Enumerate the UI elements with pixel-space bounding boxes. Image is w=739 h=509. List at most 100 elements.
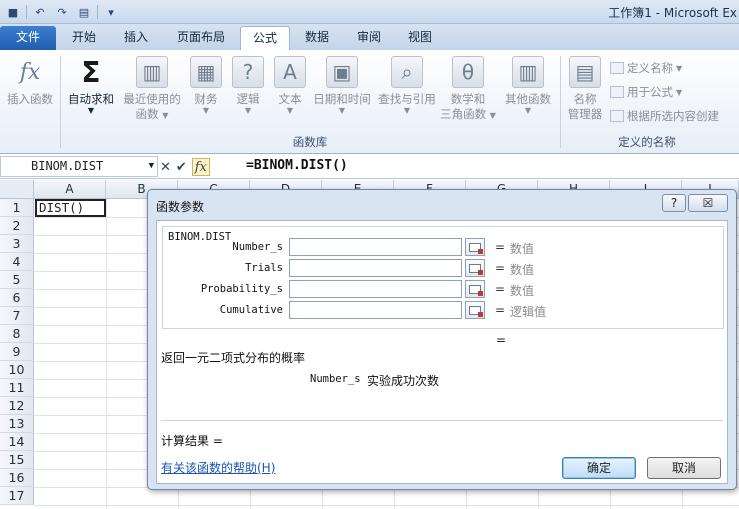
name-box-value: BINOM.DIST — [31, 159, 104, 173]
undo-icon[interactable]: ↶ — [31, 3, 49, 21]
probability-s-input[interactable] — [289, 280, 462, 298]
arguments-fieldset: BINOM.DIST Number_s = 数值 Trials = 数值 Pro… — [162, 226, 724, 329]
collapse-dialog-button[interactable] — [465, 301, 485, 319]
fx-icon: fx — [19, 59, 41, 85]
row-header[interactable]: 16 — [0, 469, 34, 487]
row-header[interactable]: 4 — [0, 253, 34, 271]
name-manager-icon: ▤ — [569, 56, 601, 88]
column-header[interactable]: A — [34, 180, 106, 199]
logical-label: 逻辑 — [236, 92, 260, 106]
use-in-formula-button[interactable]: 用于公式 ▼ — [610, 84, 682, 100]
dropdown-arrow-icon: ▼ — [403, 106, 411, 115]
row-header[interactable]: 17 — [0, 487, 34, 505]
collapse-dialog-button[interactable] — [465, 280, 485, 298]
defined-names-group-label: 定义的名称 — [618, 135, 676, 149]
row-header[interactable]: 7 — [0, 307, 34, 325]
name-box[interactable]: BINOM.DIST ▼ — [0, 156, 158, 177]
arg-label-cumulative: Cumulative — [219, 304, 283, 316]
tab-file[interactable]: 文件 — [0, 26, 56, 50]
name-manager-line1: 名称 — [573, 92, 597, 106]
collapse-dialog-button[interactable] — [465, 259, 485, 277]
formula-input[interactable]: =BINOM.DIST() — [246, 158, 348, 173]
financial-label: 财务 — [194, 92, 218, 106]
row-header[interactable]: 14 — [0, 433, 34, 451]
collapse-dialog-button[interactable] — [465, 238, 485, 256]
arg-result-number-s: 数值 — [510, 242, 535, 256]
redo-icon[interactable]: ↷ — [53, 3, 71, 21]
financial-button[interactable]: ▦ 财务 ▼ — [188, 56, 224, 115]
cancel-button[interactable]: 取消 — [647, 457, 721, 479]
help-on-function-link[interactable]: 有关该函数的帮助(H) — [161, 459, 275, 476]
tab-page-layout[interactable]: 页面布局 — [166, 26, 236, 50]
select-all-corner[interactable] — [0, 180, 34, 199]
range-select-icon — [469, 305, 483, 317]
define-name-label: 定义名称 — [627, 61, 673, 75]
help-button[interactable]: ? — [662, 194, 686, 212]
math-label-line2: 三角函数 — [440, 107, 487, 121]
dropdown-arrow-icon: ▼ — [338, 106, 346, 115]
dialog-body: BINOM.DIST Number_s = 数值 Trials = 数值 Pro… — [156, 220, 728, 484]
math-label-line1: 数学和 — [450, 92, 486, 106]
cumulative-input[interactable] — [289, 301, 462, 319]
create-from-selection-button[interactable]: 根据所选内容创建 — [610, 108, 719, 124]
book-icon: ▥ — [136, 56, 168, 88]
dropdown-arrow-icon: ▼ — [87, 106, 95, 115]
text-button[interactable]: A 文本 ▼ — [272, 56, 308, 115]
tab-formulas[interactable]: 公式 — [240, 26, 290, 50]
arg-result-probability-s: 数值 — [510, 284, 535, 298]
qat-separator — [26, 5, 27, 19]
row-header[interactable]: 5 — [0, 271, 34, 289]
ribbon-separator — [560, 56, 561, 148]
close-button[interactable]: ☒ — [688, 194, 728, 212]
calculation-result: 计算结果 = — [161, 434, 223, 448]
equals-sign: = — [495, 240, 506, 254]
tab-view[interactable]: 视图 — [397, 26, 443, 50]
row-header[interactable]: 12 — [0, 397, 34, 415]
print-preview-icon[interactable]: ▤ — [75, 3, 93, 21]
row-header[interactable]: 11 — [0, 379, 34, 397]
define-name-button[interactable]: 定义名称 ▼ — [610, 60, 682, 76]
row-header[interactable]: 1 — [0, 199, 34, 217]
datetime-button[interactable]: ▣ 日期和时间 ▼ — [310, 56, 374, 115]
row-header[interactable]: 9 — [0, 343, 34, 361]
customize-qat-icon[interactable]: ▾ — [102, 3, 120, 21]
row-header[interactable]: 3 — [0, 235, 34, 253]
more-functions-button[interactable]: ▥ 其他函数 ▼ — [500, 56, 556, 115]
tab-data[interactable]: 数据 — [294, 26, 340, 50]
name-manager-button[interactable]: ▤ 名称 管理器 — [564, 56, 606, 122]
trials-input[interactable] — [289, 259, 462, 277]
lookup-button[interactable]: ⌕ 查找与引用 ▼ — [376, 56, 438, 115]
cell-a1[interactable]: DIST() — [35, 199, 106, 217]
cancel-entry-icon[interactable]: ✕ — [160, 160, 171, 175]
ribbon: fx 插入函数 Σ 自动求和 ▼ ▥ 最近使用的 函数 ▼ ▦ 财务 ▼ ? 逻… — [0, 50, 739, 154]
insert-function-icon[interactable]: fx — [191, 158, 210, 176]
dropdown-arrow-icon: ▼ — [202, 106, 210, 115]
math-trig-button[interactable]: θ 数学和 三角函数 ▼ — [440, 56, 496, 123]
row-header[interactable]: 10 — [0, 361, 34, 379]
insert-function-button[interactable]: fx 插入函数 — [4, 56, 56, 107]
row-header[interactable]: 15 — [0, 451, 34, 469]
row-header[interactable]: 8 — [0, 325, 34, 343]
qat-separator — [97, 5, 98, 19]
recent-functions-button[interactable]: ▥ 最近使用的 函数 ▼ — [120, 56, 184, 123]
insert-function-label: 插入函数 — [7, 92, 53, 106]
books-icon: ▥ — [512, 56, 544, 88]
save-icon[interactable]: ■ — [4, 3, 22, 21]
tab-review[interactable]: 审阅 — [346, 26, 392, 50]
range-select-icon — [469, 284, 483, 296]
chevron-down-icon[interactable]: ▼ — [149, 157, 154, 176]
ok-button[interactable]: 确定 — [562, 457, 636, 479]
row-header[interactable]: 6 — [0, 289, 34, 307]
confirm-entry-icon[interactable]: ✔ — [176, 160, 187, 175]
autosum-button[interactable]: Σ 自动求和 ▼ — [64, 56, 118, 115]
gridline — [34, 505, 739, 506]
autosum-label: 自动求和 — [68, 92, 114, 106]
text-label: 文本 — [278, 92, 302, 106]
number-s-input[interactable] — [289, 238, 462, 256]
tab-home[interactable]: 开始 — [60, 26, 108, 50]
row-header[interactable]: 2 — [0, 217, 34, 235]
theta-book-icon: θ — [452, 56, 484, 88]
row-header[interactable]: 13 — [0, 415, 34, 433]
tab-insert[interactable]: 插入 — [112, 26, 160, 50]
logical-button[interactable]: ? 逻辑 ▼ — [230, 56, 266, 115]
